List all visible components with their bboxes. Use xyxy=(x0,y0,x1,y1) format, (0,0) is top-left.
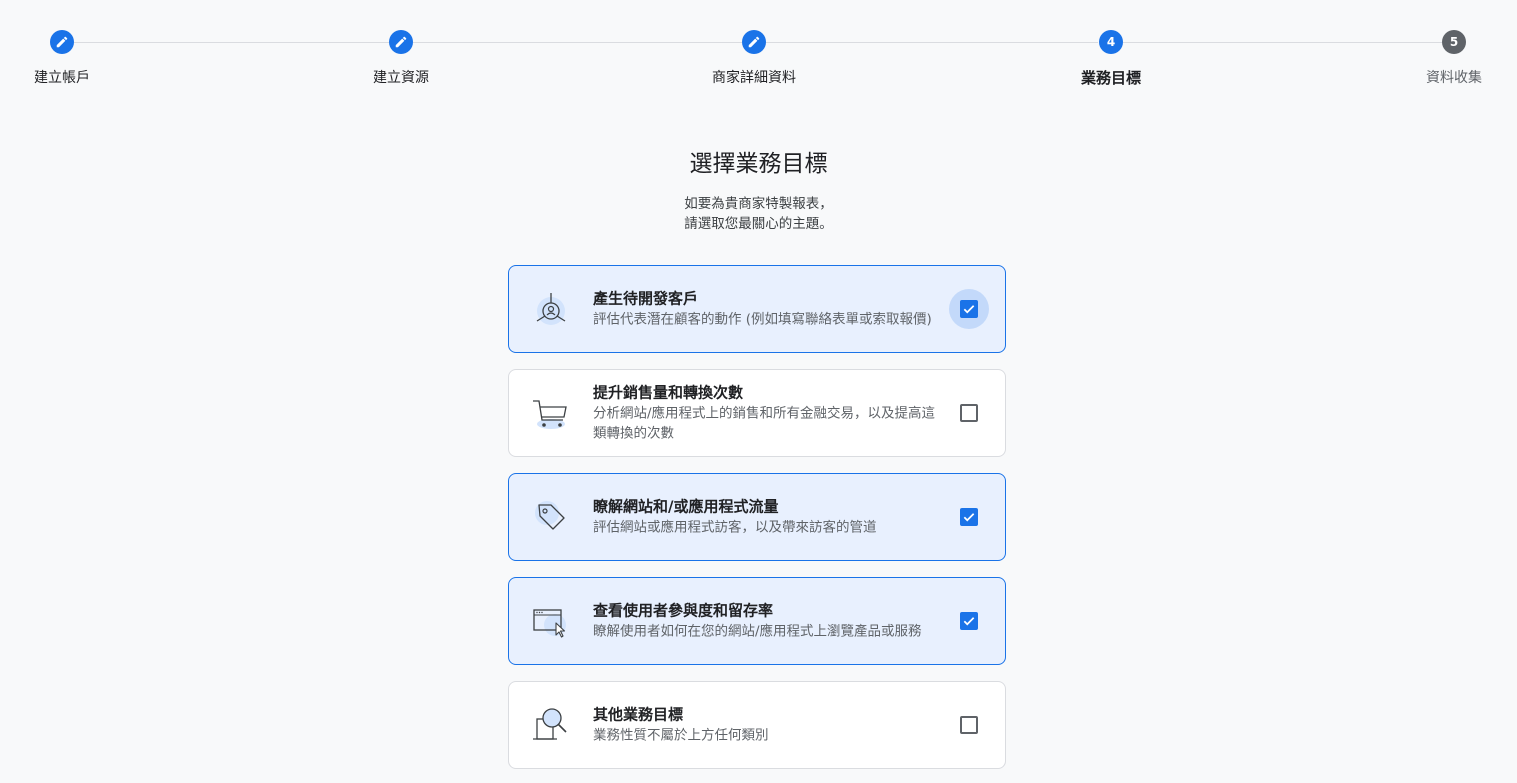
step-create-account[interactable]: 建立帳戶 xyxy=(0,30,142,87)
card-text: 查看使用者參與度和留存率 瞭解使用者如何在您的網站/應用程式上瀏覽產品或服務 xyxy=(593,601,941,642)
card-title: 瞭解網站和/或應用程式流量 xyxy=(593,497,779,516)
browser-cursor-icon xyxy=(531,601,571,641)
page-title: 選擇業務目標 xyxy=(689,151,828,177)
pencil-icon xyxy=(742,30,766,54)
subtitle-line: 如要為貴商家特製報表， xyxy=(684,196,833,212)
check-icon xyxy=(963,305,975,314)
step-label: 業務目標 xyxy=(1080,69,1141,87)
card-description: 瞭解使用者如何在您的網站/應用程式上瀏覽產品或服務 xyxy=(593,623,922,640)
objective-card-drive-sales[interactable]: 提升銷售量和轉換次數 分析網站/應用程式上的銷售和所有金融交易，以及提高這類轉換… xyxy=(508,369,1006,457)
objective-checkbox[interactable] xyxy=(960,612,978,630)
objective-card-web-traffic[interactable]: 瞭解網站和/或應用程式流量 評估網站或應用程式訪客，以及帶來訪客的管道 xyxy=(508,473,1006,561)
step-label: 建立資源 xyxy=(373,70,429,86)
objective-checkbox[interactable] xyxy=(960,300,978,318)
pencil-icon xyxy=(389,30,413,54)
card-text: 其他業務目標 業務性質不屬於上方任何類別 xyxy=(593,705,941,746)
card-title: 其他業務目標 xyxy=(593,705,684,724)
card-text: 瞭解網站和/或應用程式流量 評估網站或應用程式訪客，以及帶來訪客的管道 xyxy=(593,497,941,538)
checkbox-hit-area[interactable] xyxy=(949,497,989,537)
card-description: 評估網站或應用程式訪客，以及帶來訪客的管道 xyxy=(593,519,877,536)
card-title: 產生待開發客戶 xyxy=(593,289,699,308)
step-number: 4 xyxy=(1099,30,1123,54)
card-text: 提升銷售量和轉換次數 分析網站/應用程式上的銷售和所有金融交易，以及提高這類轉換… xyxy=(593,383,941,444)
objective-card-user-engagement[interactable]: 查看使用者參與度和留存率 瞭解使用者如何在您的網站/應用程式上瀏覽產品或服務 xyxy=(508,577,1006,665)
tag-icon xyxy=(531,497,571,537)
leads-target-icon xyxy=(531,289,571,329)
page-subtitle: 如要為貴商家特製報表， 請選取您最關心的主題。 xyxy=(0,194,1517,234)
objective-checkbox[interactable] xyxy=(960,508,978,526)
step-number: 5 xyxy=(1442,30,1466,54)
card-description: 業務性質不屬於上方任何類別 xyxy=(593,727,769,744)
step-label: 商家詳細資料 xyxy=(712,70,796,86)
step-label: 資料收集 xyxy=(1426,70,1482,86)
card-title: 提升銷售量和轉換次數 xyxy=(593,383,744,402)
step-business-objectives: 4 業務目標 xyxy=(1031,30,1191,88)
magnifier-document-icon xyxy=(531,705,571,745)
objective-checkbox[interactable] xyxy=(960,716,978,734)
check-icon xyxy=(963,513,975,522)
step-label: 建立帳戶 xyxy=(34,70,90,86)
subtitle-line: 請選取您最關心的主題。 xyxy=(684,216,833,232)
check-icon xyxy=(963,617,975,626)
checkbox-hit-area[interactable] xyxy=(949,601,989,641)
checkbox-hit-area[interactable] xyxy=(949,705,989,745)
card-text: 產生待開發客戶 評估代表潛在顧客的動作 (例如填寫聯絡表單或索取報價) xyxy=(593,289,941,330)
card-title: 查看使用者參與度和留存率 xyxy=(593,601,774,620)
step-data-collection: 5 資料收集 xyxy=(1374,30,1517,87)
shopping-cart-icon xyxy=(531,393,571,433)
step-business-details[interactable]: 商家詳細資料 xyxy=(674,30,834,87)
objective-card-other[interactable]: 其他業務目標 業務性質不屬於上方任何類別 xyxy=(508,681,1006,769)
card-description: 分析網站/應用程式上的銷售和所有金融交易，以及提高這類轉換的次數 xyxy=(593,405,936,442)
checkbox-focus-ring[interactable] xyxy=(949,289,989,329)
objective-checkbox[interactable] xyxy=(960,404,978,422)
objective-card-generate-leads[interactable]: 產生待開發客戶 評估代表潛在顧客的動作 (例如填寫聯絡表單或索取報價) xyxy=(508,265,1006,353)
card-description: 評估代表潛在顧客的動作 (例如填寫聯絡表單或索取報價) xyxy=(593,311,932,328)
pencil-icon xyxy=(50,30,74,54)
checkbox-hit-area[interactable] xyxy=(949,393,989,433)
progress-stepper: 建立帳戶 建立資源 商家詳細資料 4 業務目標 5 資料收集 xyxy=(0,0,1517,110)
step-create-property[interactable]: 建立資源 xyxy=(321,30,481,87)
